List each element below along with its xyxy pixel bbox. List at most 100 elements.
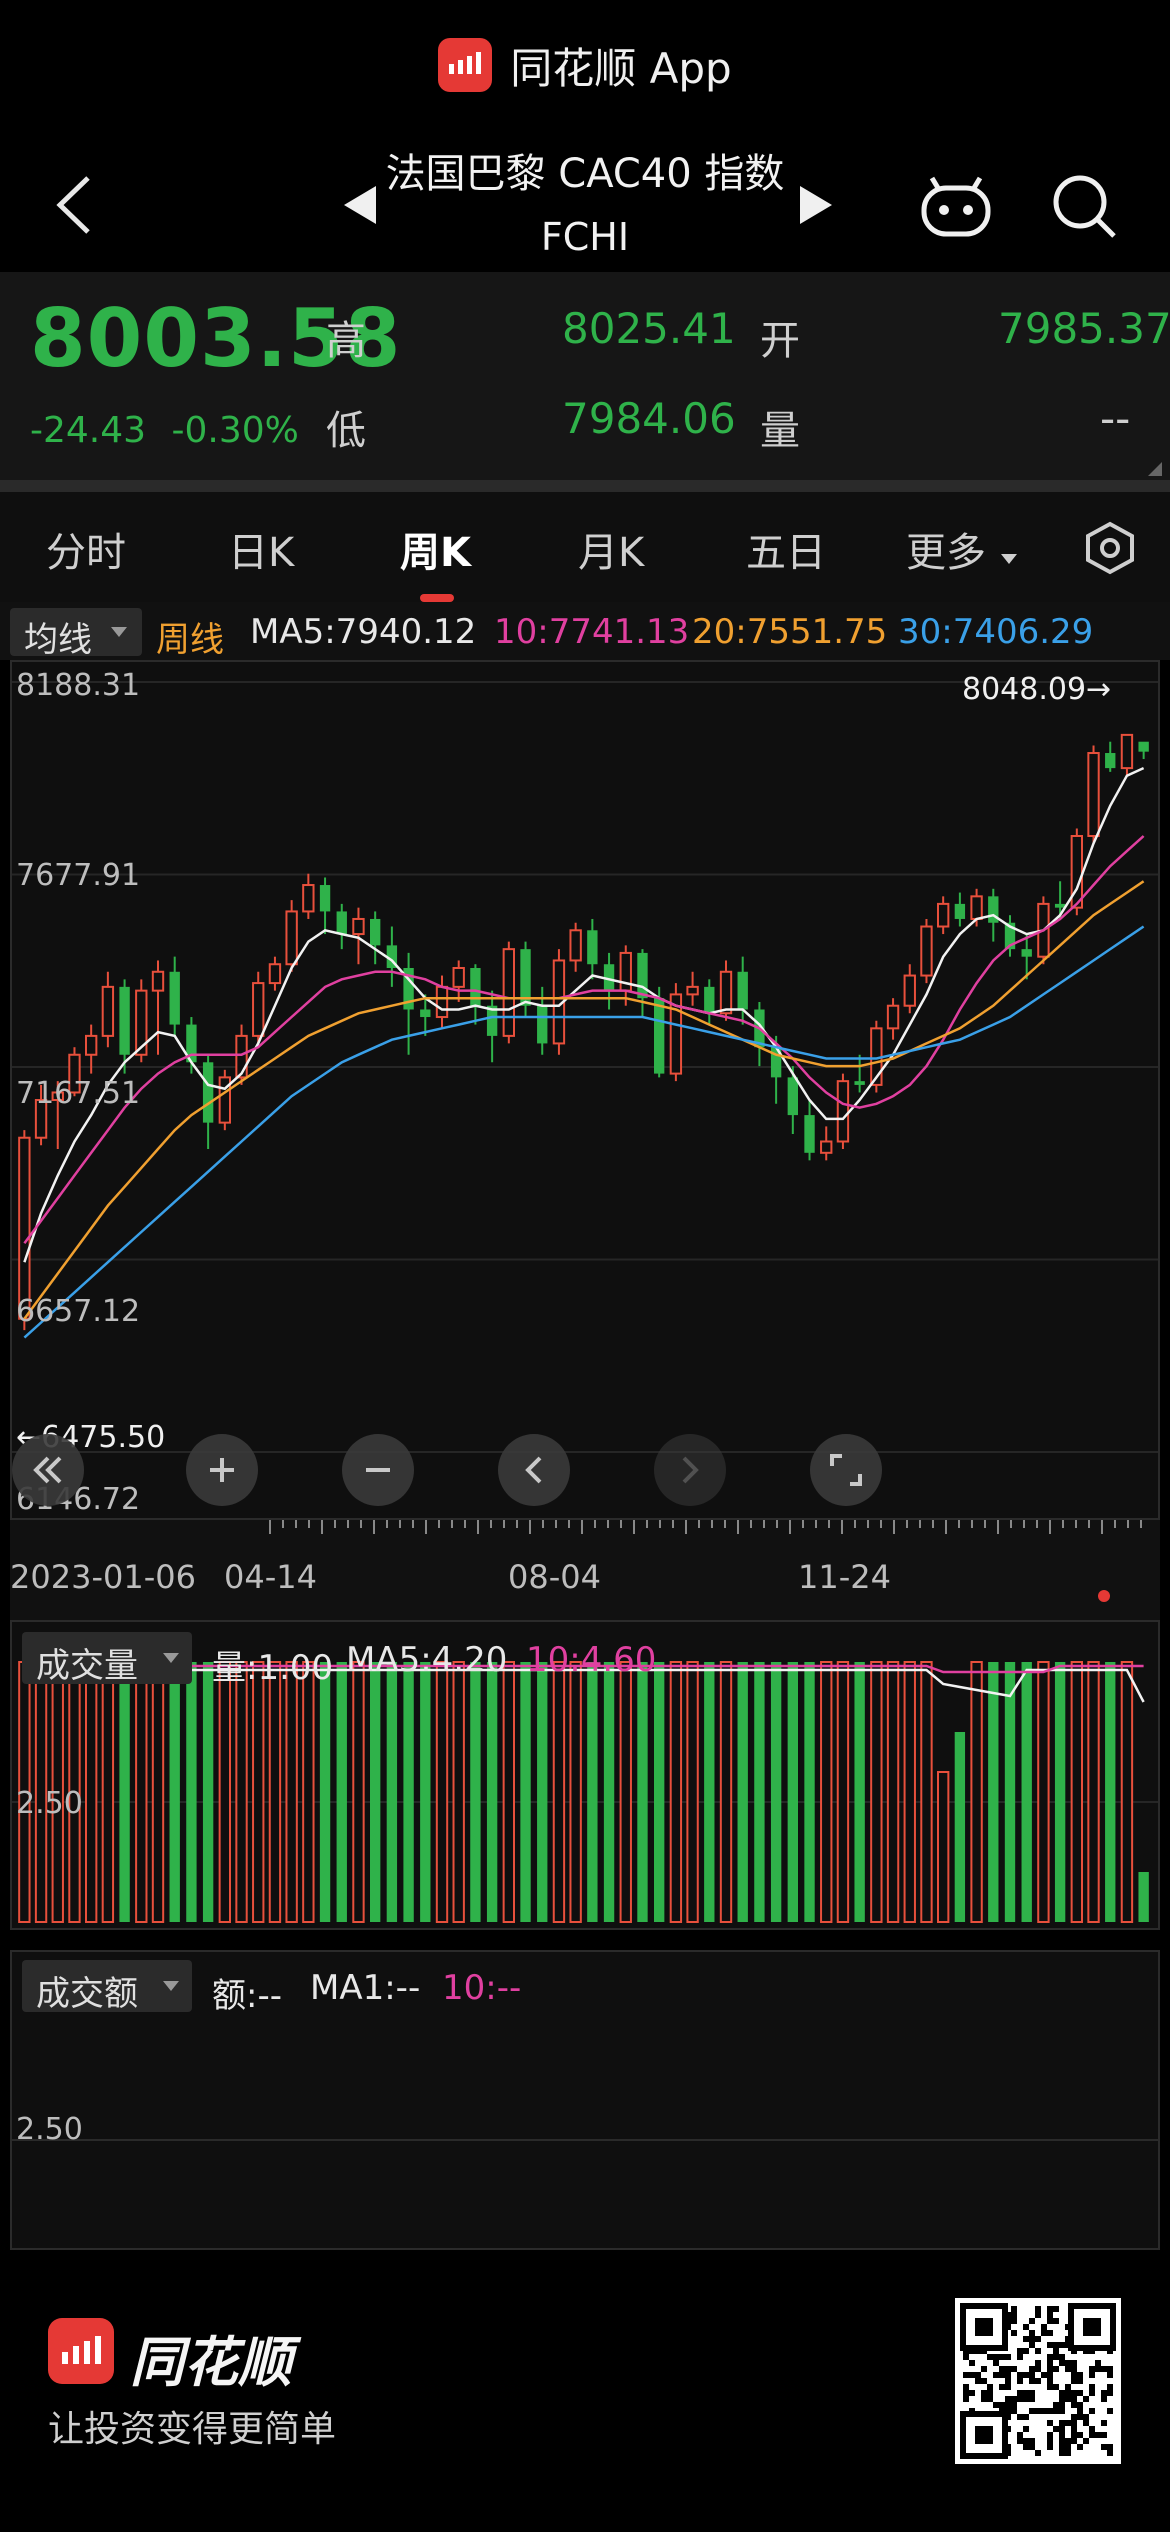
ma-dropdown[interactable]: 均线 <box>10 608 142 660</box>
candle <box>1021 949 1032 957</box>
volume-bar <box>486 1662 498 1922</box>
candle <box>452 967 465 988</box>
scroll-left-button[interactable] <box>498 1434 570 1506</box>
volume-dropdown[interactable]: 成交量 <box>22 1632 192 1686</box>
volume-bar <box>452 1661 465 1923</box>
candle <box>470 968 481 1006</box>
candle <box>787 1077 799 1116</box>
volume-ma5: MA5:4.20 <box>346 1640 508 1680</box>
kline-chart[interactable] <box>10 660 1160 1520</box>
candle <box>420 1009 431 1018</box>
candle <box>1105 753 1116 769</box>
volume-bar <box>285 1661 298 1923</box>
candle <box>719 970 733 1015</box>
volume-bar <box>435 1661 449 1923</box>
low-label: 低 <box>326 408 366 454</box>
ma30-line <box>23 925 1145 1339</box>
y-axis-label: 7167.51 <box>16 1076 141 1111</box>
tab-daily-k[interactable]: 日K <box>228 520 294 578</box>
back-icon[interactable] <box>48 170 108 240</box>
candle <box>369 918 381 946</box>
tab-weekly-k[interactable]: 周K <box>400 520 471 578</box>
ma20-value: 20:7551.75 <box>692 612 888 652</box>
volume-bar <box>669 1661 683 1923</box>
volume-bar <box>569 1661 582 1923</box>
volume-bar <box>369 1662 381 1922</box>
volume-bar <box>804 1662 815 1922</box>
rewind-button[interactable] <box>12 1434 84 1506</box>
candle <box>1087 752 1100 837</box>
date-label: 08-04 <box>508 1558 601 1596</box>
live-dot-icon <box>1098 1590 1110 1602</box>
candle <box>119 986 130 1055</box>
candle <box>653 998 665 1074</box>
candle <box>1054 903 1066 908</box>
next-stock-icon[interactable] <box>796 180 836 230</box>
stock-title: 法国巴黎 CAC40 指数 FCHI <box>330 140 840 270</box>
volume-bar <box>886 1661 900 1923</box>
settings-hexagon-icon[interactable] <box>1082 520 1138 576</box>
volume-bar <box>820 1661 833 1923</box>
amount-dropdown[interactable]: 成交额 <box>22 1960 192 2014</box>
volume-bar <box>403 1662 414 1922</box>
volume-bar <box>420 1662 431 1922</box>
candle <box>954 903 966 919</box>
candle <box>686 985 699 996</box>
search-icon[interactable] <box>1050 172 1120 242</box>
date-label: 11-24 <box>798 1558 891 1596</box>
tab-monthly-k[interactable]: 月K <box>578 520 644 578</box>
volume-bar <box>1037 1661 1050 1923</box>
amount-ma1: MA1:-- <box>310 1968 421 2008</box>
volume-bar <box>686 1661 699 1923</box>
candle <box>502 948 516 1037</box>
volume-bar <box>119 1662 130 1922</box>
candle <box>886 1004 900 1030</box>
fullscreen-button[interactable] <box>810 1434 882 1506</box>
volume-dropdown-label: 成交量 <box>36 1646 138 1686</box>
amount-ma10: 10:-- <box>442 1968 522 2008</box>
scroll-right-button[interactable] <box>654 1434 726 1506</box>
candle <box>252 982 265 1037</box>
candle <box>903 974 916 1007</box>
candle <box>854 1081 865 1085</box>
candle <box>936 902 950 928</box>
volume-bar <box>936 1771 950 1923</box>
candle <box>18 1136 31 1320</box>
volume-bar <box>619 1661 632 1923</box>
candle <box>336 911 347 935</box>
period-label: 周线 <box>156 620 224 660</box>
zoom-out-button[interactable] <box>342 1434 414 1506</box>
qr-code-icon <box>955 2298 1121 2464</box>
stock-code: FCHI <box>540 215 630 259</box>
candle <box>970 895 983 920</box>
y-axis-label: 8188.31 <box>16 668 141 703</box>
brand-name: 同花顺 <box>130 2331 292 2394</box>
tab-five-day[interactable]: 五日 <box>746 520 826 578</box>
candle <box>804 1115 815 1153</box>
volume-bar <box>836 1661 850 1923</box>
volume-bar <box>719 1661 733 1923</box>
candle <box>202 1062 214 1123</box>
open-value: 7985.37 <box>998 304 1170 353</box>
ma5-value: MA5:7940.12 <box>250 612 477 652</box>
volume-bar <box>84 1661 98 1923</box>
volume-bar <box>787 1662 799 1922</box>
date-label: 04-14 <box>224 1558 317 1596</box>
volume-ma10: 10:4.60 <box>526 1640 657 1680</box>
amount-y-label: 2.50 <box>16 2112 83 2147</box>
candle <box>101 985 115 1037</box>
expand-corner-icon[interactable] <box>1148 462 1162 476</box>
tab-intraday[interactable]: 分时 <box>46 520 126 578</box>
app-title: 同花顺 App <box>510 43 732 93</box>
max-price-marker: 8048.09→ <box>962 672 1112 707</box>
robot-assistant-icon[interactable] <box>918 176 994 242</box>
volume-bar <box>954 1732 966 1922</box>
candle <box>920 925 933 977</box>
candle <box>268 963 282 985</box>
volume-bar <box>169 1662 180 1922</box>
brand-slogan: 让投资变得更简单 <box>48 2409 337 2450</box>
zoom-in-button[interactable] <box>186 1434 258 1506</box>
volume-bar <box>218 1661 232 1923</box>
volume-bar <box>587 1662 598 1922</box>
tab-more[interactable]: 更多 <box>906 520 1019 578</box>
